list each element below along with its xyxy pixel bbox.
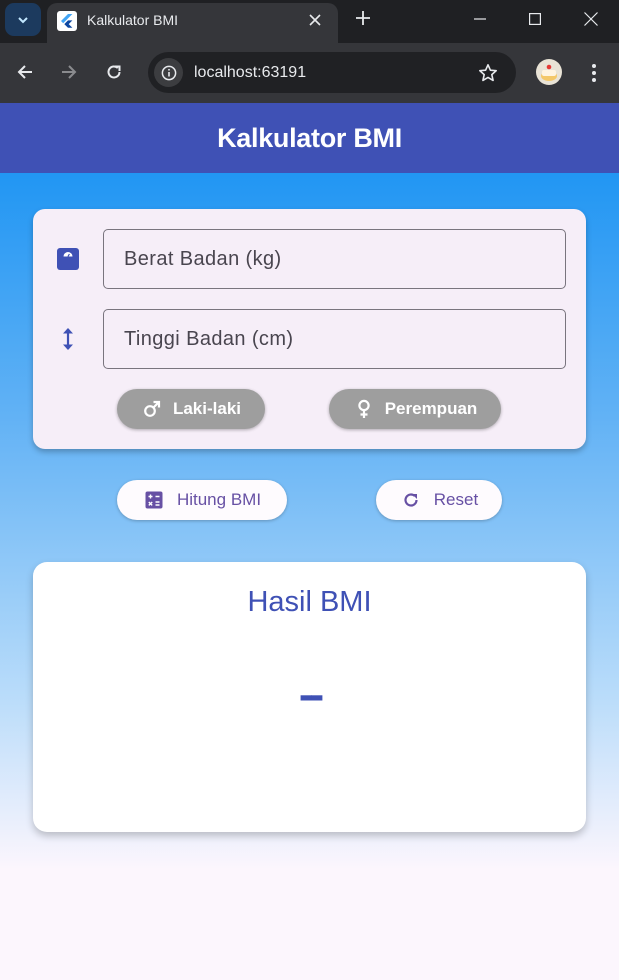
height-field-label: Tinggi Badan (cm) xyxy=(124,328,294,350)
tab-title: Kalkulator BMI xyxy=(87,12,179,28)
url-text[interactable]: localhost:63191 xyxy=(194,64,306,82)
female-icon xyxy=(353,398,375,420)
close-icon xyxy=(584,12,598,26)
browser-tab[interactable]: Kalkulator BMI xyxy=(47,3,338,43)
avatar[interactable] xyxy=(536,59,562,85)
result-title: Hasil BMI xyxy=(247,586,372,618)
close-window-button[interactable] xyxy=(563,0,619,38)
tab-close-button[interactable] xyxy=(304,9,326,31)
browser-tabstrip: Kalkulator BMI xyxy=(0,0,619,43)
calculate-bmi-label: Hitung BMI xyxy=(176,490,262,509)
male-button-label: Laki-laki xyxy=(172,399,242,418)
weight-field-label: Berat Badan (kg) xyxy=(124,248,282,270)
page-title: Kalkulator BMI xyxy=(217,122,402,153)
reset-label: Reset xyxy=(433,490,479,509)
reload-button[interactable] xyxy=(98,56,130,88)
star-icon xyxy=(479,64,497,82)
calculate-bmi-button[interactable]: Hitung BMI xyxy=(117,480,287,520)
male-button[interactable]: Laki-laki xyxy=(117,389,265,429)
weight-field[interactable]: Berat Badan (kg) xyxy=(103,229,566,289)
browser-menu-button[interactable] xyxy=(580,59,608,87)
calculator-icon xyxy=(143,489,165,511)
info-icon[interactable] xyxy=(154,58,183,87)
flutter-icon xyxy=(57,11,77,31)
close-icon xyxy=(309,14,321,26)
bmi-value: -- xyxy=(298,670,324,719)
minimize-button[interactable] xyxy=(452,0,508,38)
female-button[interactable]: Perempuan xyxy=(329,389,501,429)
input-card: Berat Badan (kg) Tinggi Badan (cm) Laki-… xyxy=(33,209,586,449)
new-tab-button[interactable] xyxy=(350,6,376,32)
height-field[interactable]: Tinggi Badan (cm) xyxy=(103,309,566,369)
minimize-icon xyxy=(474,18,486,20)
refresh-icon xyxy=(400,489,422,511)
forward-button[interactable] xyxy=(53,56,85,88)
app-bar: Kalkulator BMI xyxy=(0,103,619,173)
more-vertical-icon xyxy=(592,64,596,82)
bookmark-button[interactable] xyxy=(476,61,500,85)
back-button[interactable] xyxy=(9,56,41,88)
maximize-icon xyxy=(529,13,541,25)
chevron-down-icon xyxy=(18,16,28,23)
arrow-left-icon xyxy=(17,65,32,79)
female-button-label: Perempuan xyxy=(384,399,478,418)
reset-button[interactable]: Reset xyxy=(376,480,502,520)
address-bar[interactable]: localhost:63191 xyxy=(148,52,516,93)
browser-toolbar: localhost:63191 xyxy=(0,43,619,103)
male-icon xyxy=(141,398,163,420)
plus-icon xyxy=(356,11,370,25)
reload-icon xyxy=(107,65,121,79)
arrow-right-icon xyxy=(62,65,77,79)
maximize-button[interactable] xyxy=(507,0,563,38)
tab-search-button[interactable] xyxy=(5,3,41,36)
scale-icon xyxy=(55,246,81,272)
result-card: Hasil BMI -- xyxy=(33,562,586,832)
height-icon xyxy=(55,326,81,352)
